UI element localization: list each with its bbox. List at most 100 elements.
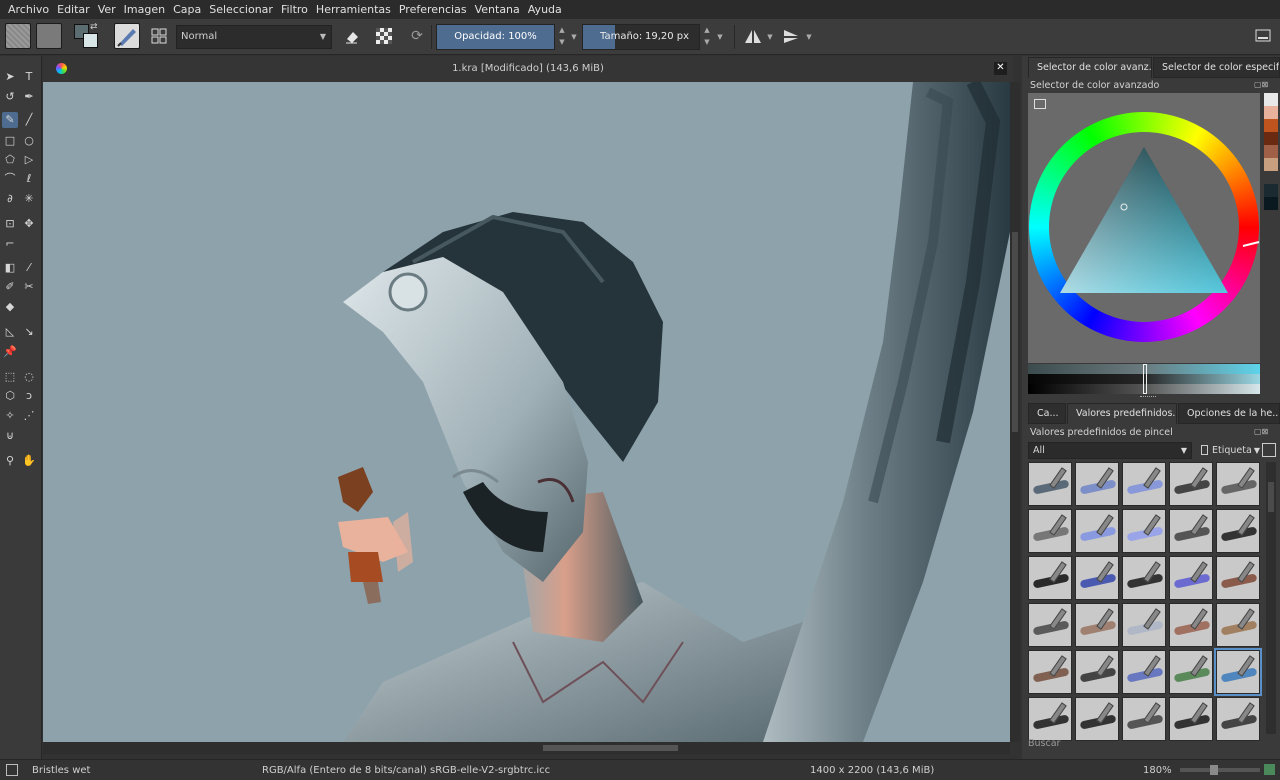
menu-archivo[interactable]: Archivo (4, 0, 53, 19)
assistant-tool-icon[interactable]: ↘ (21, 324, 37, 340)
brush-settings-grid-icon[interactable] (146, 23, 172, 49)
menu-filtro[interactable]: Filtro (277, 0, 312, 19)
mirror-horizontal-chevron-icon[interactable]: ▼ (764, 31, 776, 57)
color-history-swatch[interactable] (1264, 158, 1278, 171)
opacity-spin-buttons[interactable]: ▲ ▼ (556, 24, 568, 50)
brush-preset-thumbnail[interactable] (1075, 603, 1119, 647)
zoom-level[interactable]: 180% (1143, 765, 1172, 776)
color-wheel[interactable] (1028, 109, 1260, 349)
dynamic-brush-icon[interactable]: ∂ (2, 191, 18, 207)
brush-preset-thumbnail[interactable] (1075, 509, 1119, 553)
brush-preset-thumbnail[interactable] (1075, 556, 1119, 600)
tag-select[interactable]: Etiqueta ▼ (1198, 442, 1260, 459)
brush-preset-thumbnail[interactable] (1028, 603, 1072, 647)
menu-preferencias[interactable]: Preferencias (395, 0, 471, 19)
edit-shapes-icon[interactable]: ↺ (2, 89, 18, 105)
brush-preset-thumbnail[interactable] (1122, 603, 1166, 647)
foreground-background-color-icon[interactable]: ⇄ (74, 22, 100, 50)
elliptical-selection-icon[interactable]: ◌ (21, 369, 37, 385)
color-selector-settings-icon[interactable] (1034, 99, 1046, 109)
panel-float-close-icon[interactable]: ▢⊠ (1254, 80, 1268, 89)
canvas-horizontal-scrollbar[interactable] (43, 742, 1010, 754)
crop-tool-icon[interactable]: ⌐ (2, 236, 18, 252)
zoom-slider-handle[interactable] (1210, 765, 1218, 775)
brush-preset-thumbnail[interactable] (1122, 556, 1166, 600)
blend-mode-select[interactable]: Normal ▼ (176, 25, 332, 49)
workspace-chooser-icon[interactable] (1250, 23, 1276, 49)
similar-color-selection-icon[interactable]: ⋰ (21, 408, 37, 424)
brush-preset-thumbnail[interactable] (1169, 697, 1213, 741)
brush-preset-thumbnail[interactable] (1122, 697, 1166, 741)
calligraphy-icon[interactable]: ✒ (21, 89, 37, 105)
reload-preset-icon[interactable]: ⟳ (404, 23, 430, 49)
scroll-thumb[interactable] (1268, 482, 1274, 512)
gradient-tool-icon[interactable]: ◧ (2, 260, 18, 276)
multibrush-icon[interactable]: ✳ (21, 191, 37, 207)
pattern-fill-icon[interactable] (36, 23, 62, 49)
preset-filter-select[interactable]: All ▼ (1028, 442, 1192, 459)
preserve-alpha-icon[interactable] (371, 23, 397, 49)
color-history[interactable] (1264, 93, 1280, 238)
bezier-tool-icon[interactable]: ⌒ (2, 171, 18, 187)
color-history-swatch[interactable] (1264, 106, 1278, 119)
brush-preset-thumbnail[interactable] (1075, 650, 1119, 694)
scroll-thumb[interactable] (1012, 232, 1018, 432)
freehand-path-icon[interactable]: ℓ (21, 171, 37, 187)
brush-preset-thumbnail[interactable] (1169, 556, 1213, 600)
pan-tool-icon[interactable]: ✋ (21, 453, 37, 469)
zoom-tool-icon[interactable]: ⚲ (2, 453, 18, 469)
canvas-vertical-scrollbar[interactable] (1010, 82, 1020, 742)
size-menu-chevron-icon[interactable]: ▼ (714, 31, 726, 57)
rectangle-tool-icon[interactable]: □ (2, 133, 18, 149)
preset-scrollbar[interactable] (1266, 462, 1276, 734)
polygon-tool-icon[interactable]: ⬠ (2, 152, 18, 168)
brush-preset-thumbnail[interactable] (1075, 462, 1119, 506)
polygonal-selection-icon[interactable]: ⬡ (2, 388, 18, 404)
color-history-swatch[interactable] (1264, 197, 1278, 210)
tab-capas[interactable]: Ca... (1028, 403, 1066, 424)
size-spin-buttons[interactable]: ▲ ▼ (701, 24, 713, 50)
brush-preset-thumbnail[interactable] (1216, 697, 1260, 741)
mirror-horizontal-icon[interactable] (740, 23, 766, 49)
brush-preset-thumbnail[interactable] (1216, 462, 1260, 506)
color-history-swatch[interactable] (1264, 184, 1278, 197)
brush-preset-thumbnail[interactable] (1122, 462, 1166, 506)
select-shapes-icon[interactable]: ➤ (2, 69, 18, 85)
menu-imagen[interactable]: Imagen (120, 0, 169, 19)
reference-images-icon[interactable]: 📌 (2, 344, 18, 360)
scroll-thumb[interactable] (543, 745, 678, 751)
brush-preset-thumbnail[interactable] (1216, 556, 1260, 600)
color-history-swatch[interactable] (1264, 93, 1278, 106)
freehand-brush-icon[interactable]: ✎ (2, 112, 18, 128)
text-tool-icon[interactable]: T (21, 69, 37, 85)
contiguous-selection-icon[interactable]: ✧ (2, 408, 18, 424)
menu-ventana[interactable]: Ventana (471, 0, 524, 19)
zoom-slider[interactable] (1180, 765, 1260, 775)
brush-preset-thumbnail[interactable] (1214, 648, 1262, 696)
smart-patch-icon[interactable]: ✂ (21, 279, 37, 295)
mirror-vertical-icon[interactable] (778, 23, 804, 49)
ellipse-tool-icon[interactable]: ○ (21, 133, 37, 149)
size-slider[interactable]: Tamaño: 19,20 px (582, 24, 700, 50)
eraser-mode-icon[interactable] (339, 23, 365, 49)
tab-brush-presets[interactable]: Valores predefinidos... (1067, 403, 1177, 424)
tab-tool-options[interactable]: Opciones de la he... (1178, 403, 1280, 424)
color-gradient-strip[interactable] (1028, 364, 1260, 394)
opacity-menu-chevron-icon[interactable]: ▼ (568, 31, 580, 57)
brush-preset-thumbnail[interactable] (1216, 509, 1260, 553)
color-history-swatch[interactable] (1264, 171, 1278, 184)
menu-seleccionar[interactable]: Seleccionar (205, 0, 277, 19)
brush-preset-icon[interactable] (114, 23, 140, 49)
colorize-mask-icon[interactable]: ✐ (2, 279, 18, 295)
color-history-swatch[interactable] (1264, 145, 1278, 158)
freehand-selection-icon[interactable]: ↄ (21, 388, 37, 404)
line-tool-icon[interactable]: ╱ (21, 112, 37, 128)
menu-capa[interactable]: Capa (169, 0, 205, 19)
brush-preset-thumbnail[interactable] (1169, 650, 1213, 694)
brush-preset-thumbnail[interactable] (1075, 697, 1119, 741)
brush-preset-thumbnail[interactable] (1028, 697, 1072, 741)
advanced-color-selector[interactable] (1028, 93, 1260, 363)
color-history-swatch[interactable] (1264, 119, 1278, 132)
mirror-vertical-chevron-icon[interactable]: ▼ (803, 31, 815, 57)
gradient-marker[interactable] (1143, 364, 1147, 394)
